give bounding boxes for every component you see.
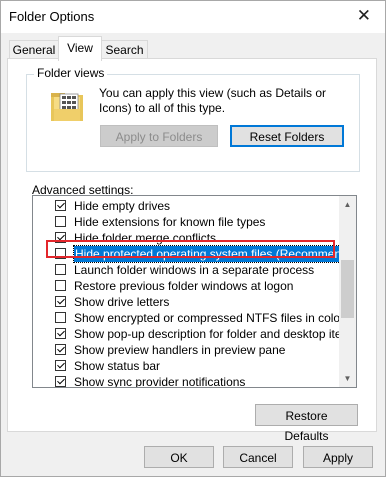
cancel-button[interactable]: Cancel [223, 446, 293, 468]
view-panel: Folder views You can apply this view (su… [7, 58, 377, 443]
ok-button[interactable]: OK [144, 446, 214, 468]
checkbox[interactable] [55, 296, 66, 307]
scrollbar-thumb[interactable] [341, 260, 354, 318]
title-bar: Folder Options ✕ [1, 1, 385, 33]
scroll-up-icon[interactable]: ▲ [339, 196, 356, 213]
checkbox[interactable] [55, 200, 66, 211]
list-item[interactable]: Show pop-up description for folder and d… [33, 326, 356, 342]
list-item-label: Show encrypted or compressed NTFS files … [74, 311, 345, 325]
checkbox[interactable] [55, 216, 66, 227]
tab-view[interactable]: View [58, 36, 102, 61]
list-item-label: Show preview handlers in preview pane [74, 343, 286, 357]
list-item[interactable]: Show sync provider notifications [33, 374, 333, 388]
list-item[interactable]: Hide extensions for known file types [33, 214, 333, 230]
tab-general[interactable]: General [9, 40, 59, 59]
checkbox[interactable] [55, 264, 66, 275]
folder-views-description: You can apply this view (such as Details… [99, 86, 327, 115]
list-item-label: Hide extensions for known file types [74, 215, 266, 229]
list-item[interactable]: Show status bar [33, 358, 333, 374]
folder-icon [51, 93, 83, 121]
tab-strip: General View Search [1, 33, 385, 61]
list-item[interactable]: Show preview handlers in preview pane [33, 342, 333, 358]
list-item[interactable]: Show encrypted or compressed NTFS files … [33, 310, 344, 326]
folder-options-dialog: Folder Options ✕ General View Search Fol… [0, 0, 386, 477]
checkbox[interactable] [55, 360, 66, 371]
list-item-label: Restore previous folder windows at logon [74, 279, 294, 293]
apply-button[interactable]: Apply [303, 446, 373, 468]
list-item-label: Show status bar [74, 359, 161, 373]
restore-defaults-button[interactable]: Restore Defaults [255, 404, 358, 443]
advanced-settings-list[interactable]: Hide empty drives Hide extensions for kn… [32, 195, 357, 388]
folder-views-label: Folder views [34, 66, 108, 80]
list-item[interactable]: Launch folder windows in a separate proc… [33, 262, 333, 278]
highlight-annotation [46, 240, 335, 258]
checkbox[interactable] [55, 312, 66, 323]
tab-search[interactable]: Search [101, 40, 148, 59]
checkbox[interactable] [55, 376, 66, 387]
list-item-label: Launch folder windows in a separate proc… [74, 263, 315, 277]
list-item-label: Show sync provider notifications [74, 375, 246, 388]
scroll-down-icon[interactable]: ▼ [339, 370, 356, 387]
folder-views-group: Folder views You can apply this view (su… [26, 66, 360, 172]
checkbox[interactable] [55, 280, 66, 291]
window-title: Folder Options [9, 9, 95, 24]
list-item[interactable]: Show drive letters [33, 294, 333, 310]
vertical-scrollbar[interactable]: ▲ ▼ [339, 196, 356, 387]
checkbox[interactable] [55, 344, 66, 355]
reset-folders-button[interactable]: Reset Folders [230, 125, 344, 147]
list-item[interactable]: Hide empty drives [33, 198, 333, 214]
list-item-label: Show drive letters [74, 295, 170, 309]
list-item-label: Hide empty drives [74, 199, 171, 213]
list-item[interactable]: Restore previous folder windows at logon [33, 278, 333, 294]
close-icon[interactable]: ✕ [357, 6, 371, 26]
checkbox[interactable] [55, 328, 66, 339]
apply-to-folders-button[interactable]: Apply to Folders [100, 125, 218, 147]
list-item-label: Show pop-up description for folder and d… [74, 327, 357, 341]
